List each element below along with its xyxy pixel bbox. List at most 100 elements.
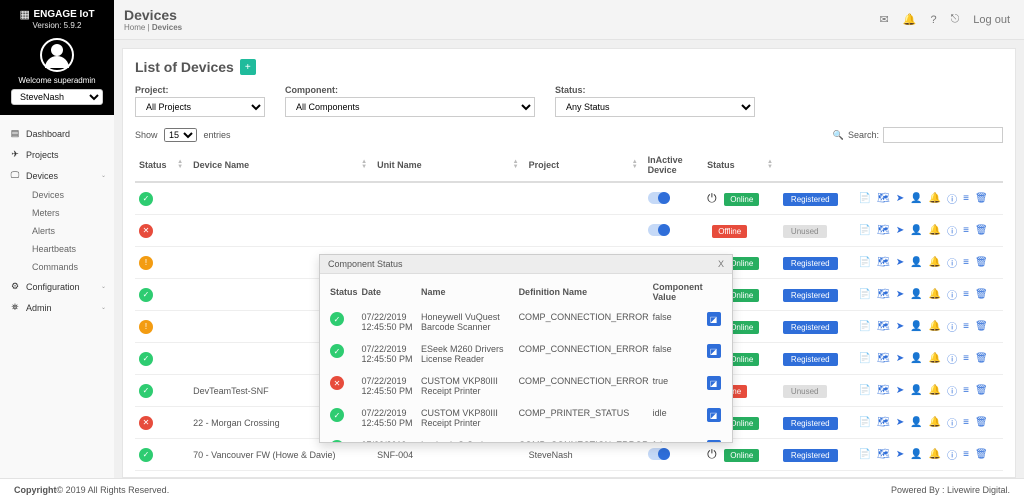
registration-pill[interactable]: Registered	[783, 193, 838, 206]
sitemap-icon[interactable]: 🗺	[877, 257, 890, 268]
sitemap-icon[interactable]: 🗺	[877, 321, 890, 332]
user-icon[interactable]: 👤	[910, 385, 922, 396]
modal-action-button[interactable]: ◪	[707, 408, 721, 422]
entries-select[interactable]: 15	[164, 128, 197, 142]
locate-icon[interactable]: ➤	[896, 385, 904, 396]
nav-sub-devices[interactable]: Devices	[22, 186, 114, 204]
inactive-toggle[interactable]	[648, 192, 670, 204]
list-icon[interactable]: ≡	[963, 321, 969, 332]
list-icon[interactable]: ≡	[963, 385, 969, 396]
bell-icon[interactable]: 🔔	[929, 225, 941, 236]
bell-icon[interactable]: 🔔	[929, 257, 941, 268]
list-icon[interactable]: ≡	[963, 257, 969, 268]
user-icon[interactable]: 👤	[910, 225, 922, 236]
nav-admin[interactable]: ⛯ Admin ⌄	[0, 297, 114, 318]
nav-sub-commands[interactable]: Commands	[22, 258, 114, 276]
list-icon[interactable]: ≡	[963, 449, 969, 460]
list-icon[interactable]: ≡	[963, 289, 969, 300]
info-icon[interactable]: ⓘ	[947, 415, 957, 430]
inactive-toggle[interactable]	[648, 224, 670, 236]
info-icon[interactable]: ⓘ	[947, 351, 957, 366]
registration-pill[interactable]: Registered	[783, 353, 838, 366]
delete-icon[interactable]: 🗑	[975, 321, 988, 332]
delete-icon[interactable]: 🗑	[975, 353, 988, 364]
status-ok-icon[interactable]: ✓	[139, 192, 153, 206]
edit-icon[interactable]: 📄	[859, 385, 871, 396]
search-input[interactable]	[883, 127, 1003, 143]
status-err-icon[interactable]: ✕	[139, 224, 153, 238]
col-devstatus[interactable]: Status▲▼	[703, 149, 779, 182]
registration-pill[interactable]: Unused	[783, 225, 827, 238]
locate-icon[interactable]: ➤	[896, 321, 904, 332]
locate-icon[interactable]: ➤	[896, 353, 904, 364]
locate-icon[interactable]: ➤	[896, 257, 904, 268]
edit-icon[interactable]: 📄	[859, 225, 871, 236]
delete-icon[interactable]: 🗑	[975, 257, 988, 268]
info-icon[interactable]: ⓘ	[947, 447, 957, 462]
bell-icon[interactable]: 🔔	[929, 321, 941, 332]
nav-configuration[interactable]: ⚙ Configuration ⌄	[0, 276, 114, 297]
status-warn-icon[interactable]: !	[139, 256, 153, 270]
user-icon[interactable]: 👤	[910, 193, 922, 204]
delete-icon[interactable]: 🗑	[975, 417, 988, 428]
user-icon[interactable]: 👤	[910, 449, 922, 460]
list-icon[interactable]: ≡	[963, 417, 969, 428]
info-icon[interactable]: ⓘ	[947, 223, 957, 238]
delete-icon[interactable]: 🗑	[975, 225, 988, 236]
status-ok-icon[interactable]: ✓	[139, 448, 153, 462]
status-ok-icon[interactable]: ✓	[139, 384, 153, 398]
sitemap-icon[interactable]: 🗺	[877, 449, 890, 460]
user-icon[interactable]: 👤	[910, 289, 922, 300]
status-err-icon[interactable]: ✕	[139, 416, 153, 430]
user-icon[interactable]: 👤	[910, 257, 922, 268]
status-ok-icon[interactable]: ✓	[330, 312, 344, 326]
edit-icon[interactable]: 📄	[859, 193, 871, 204]
info-icon[interactable]: ⓘ	[947, 191, 957, 206]
info-icon[interactable]: ⓘ	[947, 319, 957, 334]
registration-pill[interactable]: Registered	[783, 289, 838, 302]
sitemap-icon[interactable]: 🗺	[877, 289, 890, 300]
bell-icon[interactable]: 🔔	[929, 449, 941, 460]
nav-projects[interactable]: ✈ Projects	[0, 144, 114, 165]
edit-icon[interactable]: 📄	[859, 353, 871, 364]
edit-icon[interactable]: 📄	[859, 449, 871, 460]
user-icon[interactable]: 👤	[910, 417, 922, 428]
breadcrumb-home[interactable]: Home	[124, 23, 145, 32]
sitemap-icon[interactable]: 🗺	[877, 353, 890, 364]
user-icon[interactable]: 👤	[910, 321, 922, 332]
list-icon[interactable]: ≡	[963, 353, 969, 364]
power-icon[interactable]: ⏻	[707, 191, 717, 205]
bell-icon[interactable]: 🔔	[929, 417, 941, 428]
close-icon[interactable]: X	[718, 259, 724, 269]
project-select[interactable]: All Projects	[135, 97, 265, 117]
locate-icon[interactable]: ➤	[896, 449, 904, 460]
col-project[interactable]: Project▲▼	[525, 149, 644, 182]
nav-sub-meters[interactable]: Meters	[22, 204, 114, 222]
registration-pill[interactable]: Registered	[783, 321, 838, 334]
sitemap-icon[interactable]: 🗺	[877, 225, 890, 236]
nav-dashboard[interactable]: ▤ Dashboard	[0, 123, 114, 144]
info-icon[interactable]: ⓘ	[947, 255, 957, 270]
registration-pill[interactable]: Registered	[783, 417, 838, 430]
modal-action-button[interactable]: ◪	[707, 440, 721, 442]
help-icon[interactable]: ?	[930, 14, 936, 26]
status-ok-icon[interactable]: ✓	[330, 408, 344, 422]
delete-icon[interactable]: 🗑	[975, 449, 988, 460]
delete-icon[interactable]: 🗑	[975, 193, 988, 204]
modal-action-button[interactable]: ◪	[707, 344, 721, 358]
edit-icon[interactable]: 📄	[859, 257, 871, 268]
edit-icon[interactable]: 📄	[859, 321, 871, 332]
sitemap-icon[interactable]: 🗺	[877, 417, 890, 428]
col-status[interactable]: Status▲▼	[135, 149, 189, 182]
sitemap-icon[interactable]: 🗺	[877, 385, 890, 396]
modal-action-button[interactable]: ◪	[707, 376, 721, 390]
registration-pill[interactable]: Registered	[783, 257, 838, 270]
bell-icon[interactable]: 🔔	[929, 193, 941, 204]
edit-icon[interactable]: 📄	[859, 417, 871, 428]
logout-icon[interactable]: ⎋	[951, 13, 960, 26]
delete-icon[interactable]: 🗑	[975, 385, 988, 396]
list-icon[interactable]: ≡	[963, 225, 969, 236]
bell-icon[interactable]: 🔔	[929, 353, 941, 364]
bell-icon[interactable]: 🔔	[929, 385, 941, 396]
status-warn-icon[interactable]: !	[139, 320, 153, 334]
